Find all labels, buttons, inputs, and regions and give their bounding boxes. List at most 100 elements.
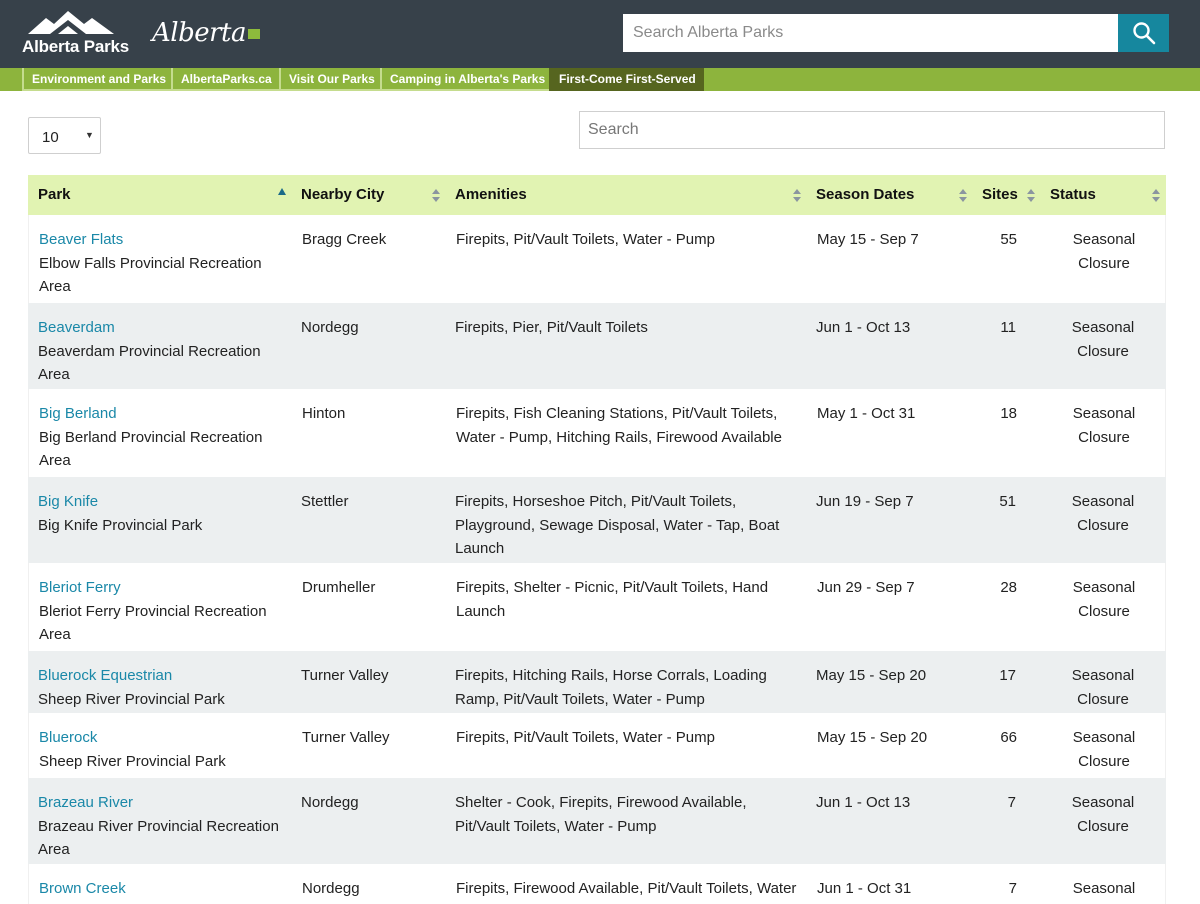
city-cell: Turner Valley bbox=[301, 667, 389, 684]
park-link[interactable]: Brazeau River bbox=[38, 794, 133, 811]
park-link[interactable]: Bluerock bbox=[39, 729, 97, 746]
sort-icon[interactable] bbox=[1151, 188, 1161, 204]
status-cell: Seasonal Closure bbox=[1071, 493, 1135, 534]
alberta-logo[interactable]: Alberta bbox=[152, 18, 260, 48]
park-link[interactable]: Big Berland bbox=[39, 405, 117, 422]
status-cell: Seasonal Closure bbox=[1071, 667, 1135, 708]
season-cell: Jun 19 - Sep 7 bbox=[816, 493, 914, 510]
park-area: Brazeau River Provincial Recreation Area bbox=[38, 817, 279, 859]
column-header-nearby-city[interactable]: Nearby City bbox=[301, 175, 384, 215]
table-row: Brazeau River Brazeau River Provincial Re… bbox=[28, 778, 1166, 864]
column-header-amenities[interactable]: Amenities bbox=[455, 175, 527, 215]
season-cell: May 15 - Sep 20 bbox=[817, 729, 928, 746]
season-cell: Jun 1 - Oct 13 bbox=[816, 319, 911, 336]
table-row: Beaver Flats Elbow Falls Provincial Recre… bbox=[28, 215, 1166, 303]
sites-cell: 7 bbox=[1008, 880, 1017, 897]
park-area: Bleriot Ferry Provincial Recreation Area bbox=[39, 602, 267, 644]
season-cell: May 15 - Sep 7 bbox=[817, 231, 919, 248]
table-search-input[interactable] bbox=[579, 111, 1165, 149]
sites-cell: 17 bbox=[999, 667, 1016, 684]
park-cell: Bluerock Equestrian Sheep River Provincia… bbox=[38, 664, 288, 711]
park-link[interactable]: Big Knife bbox=[38, 493, 98, 510]
table-row: Bluerock Equestrian Sheep River Provincia… bbox=[28, 651, 1166, 713]
column-header-status[interactable]: Status bbox=[1050, 175, 1096, 215]
status-cell: Seasonal Closure bbox=[1072, 579, 1136, 620]
status-cell: Seasonal Closure bbox=[1072, 405, 1136, 446]
column-header-sites[interactable]: Sites bbox=[982, 175, 1018, 215]
city-cell: Nordegg bbox=[301, 319, 359, 336]
park-link[interactable]: Beaver Flats bbox=[39, 231, 123, 248]
park-link[interactable]: Beaverdam bbox=[38, 319, 115, 336]
sites-cell: 66 bbox=[1000, 729, 1017, 746]
park-link[interactable]: Bleriot Ferry bbox=[39, 579, 121, 596]
sites-cell: 18 bbox=[1000, 405, 1017, 422]
table-row: Brown Creek Nordegg Firepits, Firewood A… bbox=[28, 864, 1166, 904]
season-cell: May 15 - Sep 20 bbox=[816, 667, 927, 684]
amenities-cell: Firepits, Fish Cleaning Stations, Pit/Va… bbox=[456, 405, 782, 446]
breadcrumb-nav: Environment and Parks AlbertaParks.ca Vi… bbox=[0, 68, 1200, 91]
park-area: Sheep River Provincial Park bbox=[39, 752, 226, 770]
chevron-down-icon: ▼ bbox=[85, 130, 94, 140]
nav-albertaparks-ca[interactable]: AlbertaParks.ca bbox=[171, 68, 280, 91]
park-area: Big Knife Provincial Park bbox=[38, 516, 203, 534]
nav-visit-our-parks[interactable]: Visit Our Parks bbox=[279, 68, 383, 91]
alberta-parks-logo[interactable]: Alberta Parks bbox=[22, 10, 129, 60]
status-cell: Seasonal Closure bbox=[1071, 319, 1135, 360]
amenities-cell: Firepits, Pit/Vault Toilets, Water - Pum… bbox=[456, 231, 715, 248]
park-area: Sheep River Provincial Park bbox=[38, 690, 225, 708]
column-header-season-dates[interactable]: Season Dates bbox=[816, 175, 914, 215]
amenities-cell: Firepits, Firewood Available, Pit/Vault … bbox=[456, 880, 797, 897]
sites-cell: 55 bbox=[1000, 231, 1017, 248]
city-cell: Nordegg bbox=[301, 794, 359, 811]
amenities-cell: Firepits, Shelter - Picnic, Pit/Vault To… bbox=[456, 579, 769, 620]
status-cell: Seasonal Closure bbox=[1072, 231, 1136, 272]
city-cell: Bragg Creek bbox=[302, 231, 387, 248]
page-length-select[interactable]: 10 ▼ bbox=[28, 117, 101, 154]
sort-icon[interactable] bbox=[958, 188, 968, 204]
amenities-cell: Firepits, Pier, Pit/Vault Toilets bbox=[455, 319, 648, 336]
status-cell: Seasonal Closure bbox=[1071, 794, 1135, 835]
park-area: Big Berland Provincial Recreation Area bbox=[39, 428, 263, 470]
table-row: Beaverdam Beaverdam Provincial Recreation… bbox=[28, 303, 1166, 389]
park-cell: Beaver Flats Elbow Falls Provincial Recre… bbox=[39, 228, 289, 299]
park-area: Beaverdam Provincial Recreation Area bbox=[38, 342, 261, 384]
sort-icon[interactable] bbox=[1026, 188, 1036, 204]
table-header: Park Nearby City Amenities Season Dates … bbox=[28, 175, 1166, 215]
park-cell: Big Knife Big Knife Provincial Park bbox=[38, 490, 288, 537]
season-cell: Jun 1 - Oct 13 bbox=[816, 794, 911, 811]
nav-environment-and-parks[interactable]: Environment and Parks bbox=[22, 68, 175, 91]
park-cell: Bluerock Sheep River Provincial Park bbox=[39, 726, 289, 773]
park-cell: Brazeau River Brazeau River Provincial Re… bbox=[38, 791, 288, 862]
alberta-flag-icon bbox=[248, 29, 260, 39]
status-cell: Seasonal bbox=[1072, 880, 1136, 897]
table-row: Big Berland Big Berland Provincial Recrea… bbox=[28, 389, 1166, 477]
sort-icon[interactable] bbox=[431, 188, 441, 204]
park-cell: Beaverdam Beaverdam Provincial Recreation… bbox=[38, 316, 288, 387]
city-cell: Drumheller bbox=[302, 579, 376, 596]
amenities-cell: Shelter - Cook, Firepits, Firewood Avail… bbox=[455, 794, 747, 835]
mountain-logo-icon bbox=[28, 11, 114, 34]
amenities-cell: Firepits, Hitching Rails, Horse Corrals,… bbox=[455, 667, 767, 708]
season-cell: May 1 - Oct 31 bbox=[817, 405, 916, 422]
search-icon bbox=[1132, 22, 1155, 45]
site-search-button[interactable] bbox=[1118, 14, 1169, 52]
column-header-park[interactable]: Park bbox=[38, 175, 71, 215]
sort-ascending-icon[interactable] bbox=[277, 188, 287, 204]
season-cell: Jun 29 - Sep 7 bbox=[817, 579, 915, 596]
park-area: Elbow Falls Provincial Recreation Area bbox=[39, 254, 262, 296]
park-link[interactable]: Brown Creek bbox=[39, 880, 126, 897]
park-cell: Bleriot Ferry Bleriot Ferry Provincial Re… bbox=[39, 576, 289, 647]
park-link[interactable]: Bluerock Equestrian bbox=[38, 667, 172, 684]
table-row: Bleriot Ferry Bleriot Ferry Provincial Re… bbox=[28, 563, 1166, 651]
city-cell: Hinton bbox=[302, 405, 346, 422]
sites-cell: 11 bbox=[1000, 319, 1016, 336]
nav-camping[interactable]: Camping in Alberta's Parks bbox=[380, 68, 554, 91]
nav-first-come-first-served[interactable]: First-Come First-Served bbox=[549, 68, 704, 91]
parks-table: Park Nearby City Amenities Season Dates … bbox=[28, 175, 1166, 904]
table-row: Big Knife Big Knife Provincial Park Stett… bbox=[28, 477, 1166, 563]
alberta-logo-text: Alberta bbox=[152, 18, 247, 48]
sort-icon[interactable] bbox=[792, 188, 802, 204]
park-cell: Big Berland Big Berland Provincial Recrea… bbox=[39, 402, 289, 473]
park-cell: Brown Creek bbox=[39, 877, 289, 901]
site-search-input[interactable] bbox=[623, 14, 1118, 52]
